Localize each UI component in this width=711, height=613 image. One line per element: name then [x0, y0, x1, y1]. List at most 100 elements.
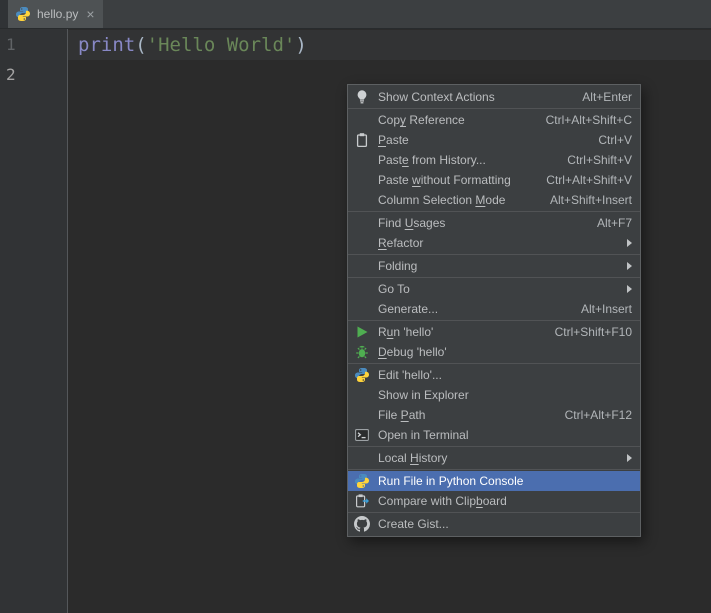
- menu-item-open-in-terminal[interactable]: Open in Terminal: [348, 425, 640, 445]
- icon-placeholder: [354, 407, 372, 423]
- menu-item-column-selection-mode[interactable]: Column Selection Mode Alt+Shift+Insert: [348, 190, 640, 210]
- menu-item-local-history[interactable]: Local History: [348, 448, 640, 468]
- menu-separator: [348, 108, 640, 109]
- menu-item-label: Create Gist...: [378, 517, 449, 531]
- python-logo-icon: [354, 473, 372, 489]
- python-file-icon: [15, 6, 31, 22]
- menu-item-show-in-explorer[interactable]: Show in Explorer: [348, 385, 640, 405]
- icon-placeholder: [354, 281, 372, 297]
- menu-separator: [348, 254, 640, 255]
- icon-placeholder: [354, 387, 372, 403]
- menu-item-label: Compare with Clipboard: [378, 494, 507, 508]
- tab-label: hello.py: [37, 7, 78, 21]
- icon-placeholder: [354, 172, 372, 188]
- editor-context-menu: Show Context Actions Alt+Enter Copy Refere…: [347, 84, 641, 537]
- github-icon: [354, 516, 372, 532]
- tab-close-icon[interactable]: ×: [86, 7, 94, 21]
- icon-placeholder: [354, 152, 372, 168]
- menu-item-refactor[interactable]: Refactor: [348, 233, 640, 253]
- icon-placeholder: [354, 301, 372, 317]
- menu-item-paste-without-formatting[interactable]: Paste without FormattingCtrl+Alt+Shift+V: [348, 170, 640, 190]
- menu-item-shortcut: Ctrl+Alt+F12: [565, 408, 632, 422]
- menu-item-label: Edit 'hello'...: [378, 368, 442, 382]
- menu-item-label: Open in Terminal: [378, 428, 469, 442]
- compare-clipboard-icon: [354, 493, 372, 509]
- menu-item-edit-hello[interactable]: Edit 'hello'...: [348, 365, 640, 385]
- menu-item-compare-with-clipboard[interactable]: Compare with Clipboard: [348, 491, 640, 511]
- icon-placeholder: [354, 192, 372, 208]
- code-token-paren: (: [135, 34, 146, 56]
- menu-item-label: File Path: [378, 408, 425, 422]
- menu-item-shortcut: Ctrl+V: [598, 133, 632, 147]
- icon-placeholder: [354, 450, 372, 466]
- menu-item-label: Local History: [378, 451, 447, 465]
- menu-item-shortcut: Alt+Shift+Insert: [550, 193, 632, 207]
- menu-separator: [348, 469, 640, 470]
- menu-item-shortcut: Ctrl+Shift+V: [567, 153, 632, 167]
- menu-item-generate[interactable]: Generate... Alt+Insert: [348, 299, 640, 319]
- menu-item-shortcut: Ctrl+Alt+Shift+C: [546, 113, 632, 127]
- menu-item-run-hello[interactable]: Run 'hello' Ctrl+Shift+F10: [348, 322, 640, 342]
- menu-item-label: Go To: [378, 282, 410, 296]
- editor-gutter: 1 2: [0, 29, 68, 613]
- editor-tab-bar: hello.py ×: [0, 0, 711, 29]
- menu-item-create-gist[interactable]: Create Gist...: [348, 514, 640, 534]
- menu-item-label: Show in Explorer: [378, 388, 469, 402]
- menu-separator: [348, 363, 640, 364]
- python-logo-icon: [354, 367, 372, 383]
- menu-item-label: Generate...: [378, 302, 438, 316]
- tab-hello-py[interactable]: hello.py ×: [8, 0, 103, 28]
- menu-item-label: Run File in Python Console: [378, 474, 523, 488]
- pycharm-window: hello.py × 1 2 print('Hello World') Show…: [0, 0, 711, 613]
- menu-item-paste-from-history[interactable]: Paste from History... Ctrl+Shift+V: [348, 150, 640, 170]
- paste-icon: [354, 132, 372, 148]
- menu-separator: [348, 211, 640, 212]
- menu-item-label: Column Selection Mode: [378, 193, 505, 207]
- menu-item-show-context-actions[interactable]: Show Context Actions Alt+Enter: [348, 87, 640, 107]
- icon-placeholder: [354, 235, 372, 251]
- icon-placeholder: [354, 112, 372, 128]
- menu-item-label: Show Context Actions: [378, 90, 495, 104]
- menu-item-label: Paste: [378, 133, 409, 147]
- code-token-builtin: print: [78, 34, 135, 56]
- lightbulb-icon: [354, 89, 372, 105]
- submenu-arrow-icon: [627, 262, 632, 270]
- menu-item-go-to[interactable]: Go To: [348, 279, 640, 299]
- menu-item-shortcut: Alt+Enter: [582, 90, 632, 104]
- menu-item-shortcut: Alt+F7: [597, 216, 632, 230]
- menu-item-label: Folding: [378, 259, 417, 273]
- menu-item-folding[interactable]: Folding: [348, 256, 640, 276]
- menu-separator: [348, 320, 640, 321]
- run-icon: [354, 324, 372, 340]
- menu-item-label: Find Usages: [378, 216, 445, 230]
- terminal-icon: [354, 427, 372, 443]
- code-token-string: 'Hello World': [147, 34, 296, 56]
- submenu-arrow-icon: [627, 454, 632, 462]
- tab-bar-left-edge: [0, 0, 8, 28]
- menu-item-label: Run 'hello': [378, 325, 433, 339]
- menu-item-label: Paste without Formatting: [378, 173, 511, 187]
- menu-separator: [348, 446, 640, 447]
- icon-placeholder: [354, 215, 372, 231]
- menu-item-copy-reference[interactable]: Copy Reference Ctrl+Alt+Shift+C: [348, 110, 640, 130]
- menu-item-label: Refactor: [378, 236, 423, 250]
- code-line-1[interactable]: print('Hello World'): [68, 30, 711, 60]
- menu-item-file-path[interactable]: File Path Ctrl+Alt+F12: [348, 405, 640, 425]
- menu-item-find-usages[interactable]: Find Usages Alt+F7: [348, 213, 640, 233]
- menu-item-shortcut: Ctrl+Shift+F10: [555, 325, 632, 339]
- menu-separator: [348, 512, 640, 513]
- menu-item-label: Paste from History...: [378, 153, 486, 167]
- debug-icon: [354, 344, 372, 360]
- menu-item-label: Debug 'hello': [378, 345, 447, 359]
- menu-item-shortcut: Alt+Insert: [581, 302, 632, 316]
- menu-item-run-file-in-python-console[interactable]: Run File in Python Console: [348, 471, 640, 491]
- menu-item-label: Copy Reference: [378, 113, 465, 127]
- line-number-1: 1: [0, 30, 67, 60]
- menu-separator: [348, 277, 640, 278]
- menu-item-debug-hello[interactable]: Debug 'hello': [348, 342, 640, 362]
- submenu-arrow-icon: [627, 239, 632, 247]
- menu-item-paste[interactable]: Paste Ctrl+V: [348, 130, 640, 150]
- line-number-2: 2: [0, 60, 67, 90]
- submenu-arrow-icon: [627, 285, 632, 293]
- code-token-paren: ): [295, 34, 306, 56]
